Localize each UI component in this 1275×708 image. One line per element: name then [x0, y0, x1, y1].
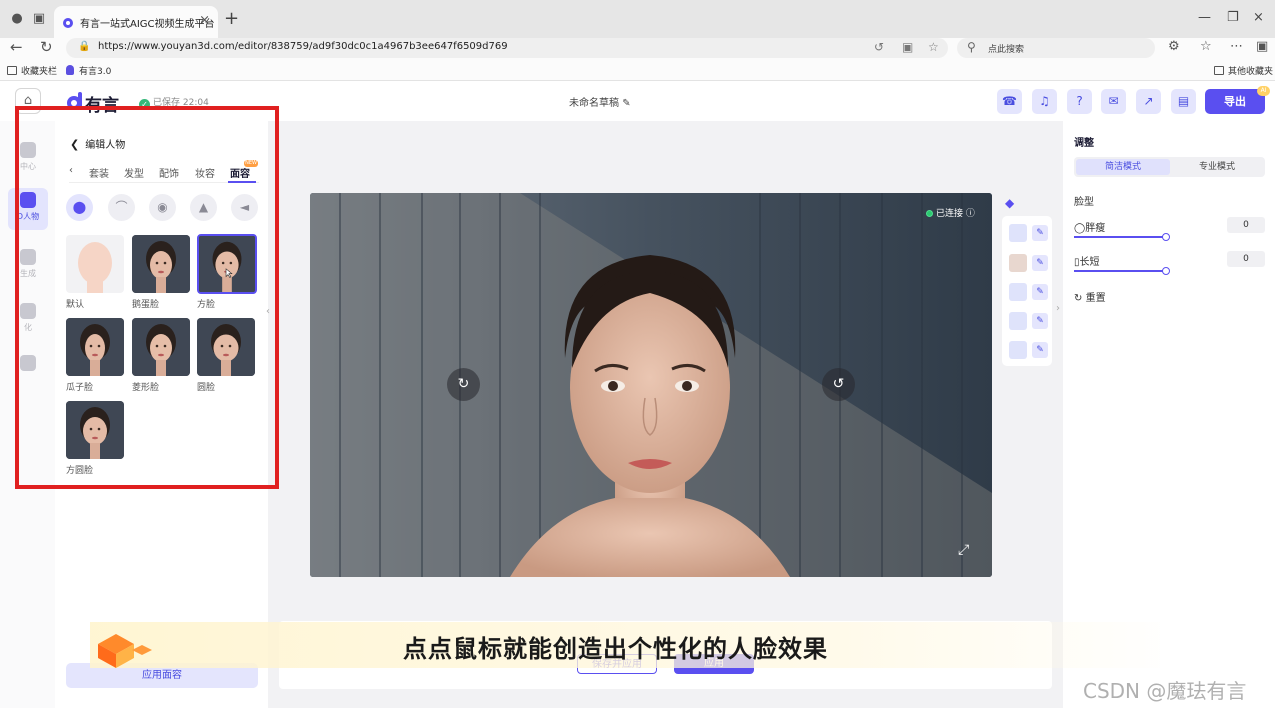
bookmark-label: 有言3.0	[79, 67, 112, 77]
connection-status: 已连接 ⓘ	[926, 206, 975, 219]
character-preview-stage[interactable]: 已连接 ⓘ ↻ ↺ ⤢	[310, 193, 992, 577]
minimize-icon[interactable]: —	[1198, 10, 1211, 25]
more-menu-icon[interactable]: ⋯	[1230, 39, 1243, 54]
copy-layer-thumbnail[interactable]	[1009, 312, 1027, 330]
fatness-value-input[interactable]: 0	[1227, 217, 1265, 233]
app-install-icon[interactable]: ▣	[902, 40, 913, 54]
slider-knob[interactable]	[1162, 233, 1170, 241]
tab-actions-icon[interactable]: ▣	[30, 10, 48, 28]
layer-row: ✎	[1009, 312, 1049, 332]
new-tab-icon[interactable]: +	[224, 9, 239, 29]
slider-length: ▯长短 0	[1074, 251, 1265, 283]
edit-pencil-icon[interactable]: ✎	[1032, 342, 1048, 358]
info-icon[interactable]: ⓘ	[966, 209, 975, 219]
watermark: CSDN @魔珐有言	[1083, 679, 1247, 703]
extensions-icon[interactable]: ⚙	[1168, 39, 1180, 54]
folder-icon	[1214, 66, 1224, 75]
edit-pencil-icon[interactable]: ✎	[622, 98, 630, 109]
edit-pencil-icon[interactable]: ✎	[1032, 284, 1048, 300]
layer-tool-strip: ✎ ✎ ✎ ✎ ✎	[1002, 216, 1052, 366]
url-field[interactable]: 🔒 https://www.youyan3d.com/editor/838759…	[66, 38, 948, 58]
reset-label: 重置	[1085, 293, 1106, 304]
rotate-left-icon[interactable]: ↻	[447, 368, 480, 401]
slider-track[interactable]	[1074, 236, 1166, 238]
edit-pencil-icon[interactable]: ✎	[1032, 255, 1048, 271]
mode-switch: 简洁模式 专业模式	[1074, 157, 1265, 177]
sidebar-toggle-icon[interactable]: ▣	[1256, 39, 1268, 54]
translate-icon[interactable]: ↺	[874, 40, 884, 54]
slider-label: ▯长短	[1074, 257, 1100, 268]
layer-row: ✎	[1009, 283, 1049, 303]
url-text: https://www.youyan3d.com/editor/838759/a…	[98, 41, 508, 52]
restore-icon[interactable]: ❐	[1227, 10, 1239, 25]
edit-pencil-icon[interactable]: ✎	[1032, 313, 1048, 329]
fullscreen-icon[interactable]: ⤢	[958, 542, 969, 558]
character-layer-thumbnail[interactable]	[1009, 254, 1027, 272]
adjust-title: 调整	[1074, 138, 1094, 149]
back-icon[interactable]: ←	[10, 38, 23, 56]
browser-tab[interactable]: 有言一站式AIGC视频生成平台 ×	[54, 6, 218, 38]
bookmark-folder[interactable]: 收藏夹栏	[7, 64, 57, 77]
decorative-cube-icon	[98, 634, 152, 668]
filter-layer-thumbnail[interactable]	[1009, 341, 1027, 359]
layer-row: ✎	[1009, 341, 1049, 361]
edit-pencil-icon[interactable]: ✎	[1032, 225, 1048, 241]
slider-track[interactable]	[1074, 270, 1166, 272]
support-headset-icon[interactable]: ☎	[997, 89, 1022, 114]
notification-bell-icon[interactable]: ♫	[1032, 89, 1057, 114]
draft-title[interactable]: 未命名草稿 ✎	[569, 94, 631, 109]
video-subtitle: 点点鼠标就能创造出个性化的人脸效果	[403, 635, 828, 663]
tab-close-icon[interactable]: ×	[199, 13, 210, 28]
fatness-icon: ◯	[1074, 223, 1086, 234]
face-shape-section-title: 脸型	[1074, 197, 1094, 208]
layer-row: ✎	[1009, 254, 1049, 274]
draft-title-text: 未命名草稿	[569, 98, 619, 109]
help-icon[interactable]: ?	[1067, 89, 1092, 114]
search-icon: ⚲	[967, 40, 976, 54]
highlight-frame	[15, 106, 279, 489]
reset-button[interactable]: ↻ 重置	[1074, 289, 1106, 304]
browser-tab-bar: ● ▣ 有言一站式AIGC视频生成平台 × + — ❐ ×	[0, 0, 1275, 38]
lock-icon: 🔒	[78, 41, 91, 52]
browser-search-field[interactable]: ⚲ 点此搜索	[957, 38, 1155, 58]
layer-row: ✎	[1009, 224, 1049, 244]
connected-dot-icon	[926, 210, 933, 217]
favorite-star-icon[interactable]: ☆	[928, 40, 939, 54]
bookmark-youyan[interactable]: 有言3.0	[66, 64, 111, 77]
window-close-icon[interactable]: ×	[1253, 10, 1264, 25]
export-button[interactable]: 导出	[1205, 89, 1265, 114]
ai-badge: AI	[1257, 86, 1270, 96]
image-layer-thumbnail[interactable]	[1009, 283, 1027, 301]
right-panel-collapse-icon[interactable]: ›	[1056, 303, 1060, 314]
profile-icon[interactable]: ●	[8, 10, 26, 28]
reload-icon[interactable]: ↻	[40, 38, 53, 56]
bookmark-label: 其他收藏夹	[1228, 67, 1274, 77]
folder-icon[interactable]: ▤	[1171, 89, 1196, 114]
slider-fatness: ◯胖瘦 0	[1074, 217, 1265, 249]
tab-title: 有言一站式AIGC视频生成平台	[80, 19, 215, 30]
pro-mode-tab[interactable]: 专业模式	[1170, 159, 1264, 175]
search-placeholder: 点此搜索	[988, 45, 1025, 55]
simple-mode-tab[interactable]: 简洁模式	[1076, 159, 1170, 175]
background-layer-thumbnail[interactable]	[1009, 224, 1027, 242]
layers-icon[interactable]: ◆	[1005, 196, 1014, 210]
youyan-favicon-icon	[63, 18, 73, 28]
address-bar: ← ↻ 🔒 https://www.youyan3d.com/editor/83…	[0, 38, 1275, 61]
slider-label: ◯胖瘦	[1074, 223, 1106, 234]
bookmark-label: 收藏夹栏	[21, 67, 58, 77]
bookmarks-bar: 收藏夹栏 有言3.0 其他收藏夹	[0, 61, 1275, 81]
youyan-icon	[66, 65, 74, 75]
share-icon[interactable]: ↗	[1136, 89, 1161, 114]
reset-icon: ↻	[1074, 293, 1083, 304]
character-render	[310, 193, 992, 577]
mail-icon[interactable]: ✉	[1101, 89, 1126, 114]
adjust-panel: 调整 简洁模式 专业模式 脸型 ◯胖瘦 0 ▯长短 0 ↻ 重置	[1063, 121, 1275, 708]
connection-status-text: 已连接	[936, 209, 964, 219]
length-value-input[interactable]: 0	[1227, 251, 1265, 267]
folder-icon	[7, 66, 17, 75]
favorites-icon[interactable]: ☆	[1200, 39, 1212, 54]
other-bookmarks[interactable]: 其他收藏夹	[1214, 64, 1273, 77]
slider-knob[interactable]	[1162, 267, 1170, 275]
rotate-right-icon[interactable]: ↺	[822, 368, 855, 401]
